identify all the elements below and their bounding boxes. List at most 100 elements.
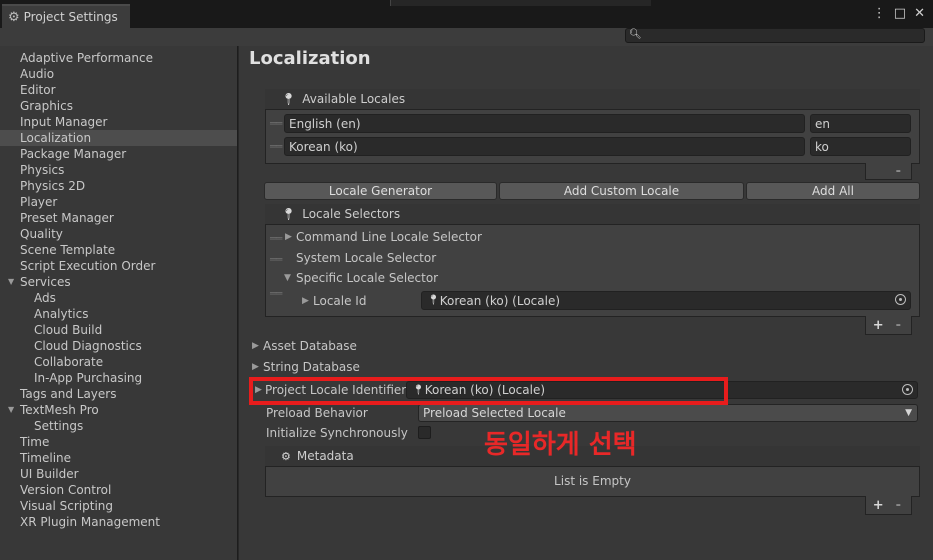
sidebar-item-ads[interactable]: Ads <box>0 290 237 306</box>
metadata-icon: ⚙ <box>281 449 291 463</box>
close-icon[interactable]: ✕ <box>914 6 925 21</box>
sidebar-item-label: Player <box>20 195 58 209</box>
search-input[interactable]: 🔍︎ <box>625 28 925 43</box>
add-custom-locale-button[interactable]: Add Custom Locale <box>499 182 744 200</box>
sidebar-item-collaborate[interactable]: Collaborate <box>0 354 237 370</box>
sidebar-item-label: Settings <box>34 419 84 433</box>
sidebar-item-version-control[interactable]: Version Control <box>0 482 237 498</box>
available-locales-title: Available Locales <box>302 92 406 106</box>
initialize-synchronously-checkbox[interactable] <box>418 426 431 439</box>
more-options-icon[interactable]: ⋮ <box>873 6 886 21</box>
gear-icon: ⚙ <box>8 9 20 25</box>
sidebar-item-graphics[interactable]: Graphics <box>0 98 237 114</box>
system-locale-selector[interactable]: System Locale Selector <box>296 251 436 265</box>
sidebar-item-xr-plugin-management[interactable]: XR Plugin Management <box>0 514 237 530</box>
expand-arrow-icon[interactable]: ▶ <box>252 341 259 351</box>
sidebar-item-visual-scripting[interactable]: Visual Scripting <box>0 498 237 514</box>
sidebar-item-cloud-diagnostics[interactable]: Cloud Diagnostics <box>0 338 237 354</box>
sidebar-item-label: Analytics <box>34 307 89 321</box>
project-settings-tab[interactable]: ⚙ Project Settings <box>2 4 130 28</box>
expand-arrow-icon[interactable]: ▶ <box>302 296 309 306</box>
sidebar-item-physics[interactable]: Physics <box>0 162 237 178</box>
annotation-text: 동일하게 선택 <box>484 430 637 460</box>
sidebar-item-ui-builder[interactable]: UI Builder <box>0 466 237 482</box>
sidebar-item-package-manager[interactable]: Package Manager <box>0 146 237 162</box>
sidebar-item-cloud-build[interactable]: Cloud Build <box>0 322 237 338</box>
object-picker-icon[interactable] <box>895 294 906 305</box>
sidebar-item-quality[interactable]: Quality <box>0 226 237 242</box>
sidebar-item-scene-template[interactable]: Scene Template <box>0 242 237 258</box>
locale-name-field-korean[interactable]: Korean (ko) <box>284 137 805 156</box>
sidebar-item-label: Time <box>20 435 50 449</box>
sidebar-item-services[interactable]: ▼ Services <box>0 274 237 290</box>
chevron-down-icon: ▼ <box>905 408 912 418</box>
metadata-empty-text: List is Empty <box>554 474 631 488</box>
sidebar-item-label: Version Control <box>20 483 112 497</box>
locale-generator-button[interactable]: Locale Generator <box>264 182 497 200</box>
sidebar-item-label: Audio <box>20 67 55 81</box>
add-all-button[interactable]: Add All <box>746 182 920 200</box>
window-buttons: ⋮ □ ✕ <box>873 6 925 21</box>
drag-handle-icon[interactable]: ══ <box>270 253 282 266</box>
object-picker-icon[interactable] <box>902 384 913 395</box>
sidebar-item-label: Preset Manager <box>20 211 114 225</box>
sidebar-item-label: In-App Purchasing <box>34 371 143 385</box>
remove-locale-button[interactable]: - <box>896 164 901 179</box>
drag-handle-icon[interactable]: ══ <box>270 117 282 130</box>
locale-name-field-english[interactable]: English (en) <box>284 114 805 133</box>
sidebar-item-label: Ads <box>34 291 56 305</box>
string-database-foldout[interactable]: String Database <box>263 360 360 374</box>
sidebar-item-adaptive-performance[interactable]: Adaptive Performance <box>0 50 237 66</box>
sidebar-item-timeline[interactable]: Timeline <box>0 450 237 466</box>
sidebar-item-tags-and-layers[interactable]: Tags and Layers <box>0 386 237 402</box>
sidebar-item-physics-2d[interactable]: Physics 2D <box>0 178 237 194</box>
drag-handle-icon[interactable]: ══ <box>270 140 282 153</box>
sidebar-item-label: Scene Template <box>20 243 116 257</box>
locale-code-field-english[interactable]: en <box>810 114 911 133</box>
expand-arrow-icon[interactable]: ▶ <box>252 362 259 372</box>
remove-metadata-button[interactable]: - <box>896 498 901 513</box>
drag-handle-icon[interactable]: ══ <box>270 232 282 245</box>
search-icon: 🔍︎ <box>629 29 642 40</box>
sidebar-item-localization[interactable]: Localization <box>0 130 237 146</box>
background-tab[interactable] <box>390 0 651 6</box>
command-line-locale-selector[interactable]: Command Line Locale Selector <box>296 230 482 244</box>
sidebar-item-label: Services <box>20 275 71 289</box>
remove-selector-button[interactable]: - <box>896 318 901 333</box>
sidebar-item-editor[interactable]: Editor <box>0 82 237 98</box>
sidebar-item-label: Cloud Build <box>34 323 103 337</box>
sidebar-item-label: Visual Scripting <box>20 499 113 513</box>
locale-id-object-field[interactable]: 📍︎ Korean (ko) (Locale) <box>421 291 911 310</box>
locale-selectors-title: Locale Selectors <box>302 207 401 221</box>
sidebar-item-textmesh-pro[interactable]: ▼ TextMesh Pro <box>0 402 237 418</box>
sidebar-item-label: Input Manager <box>20 115 108 129</box>
sidebar-item-player[interactable]: Player <box>0 194 237 210</box>
sidebar-item-settings[interactable]: Settings <box>0 418 237 434</box>
collapse-arrow-icon[interactable]: ▼ <box>284 273 291 283</box>
collapse-arrow-icon[interactable]: ▼ <box>8 274 14 290</box>
sidebar-item-script-execution-order[interactable]: Script Execution Order <box>0 258 237 274</box>
sidebar-item-analytics[interactable]: Analytics <box>0 306 237 322</box>
sidebar-item-audio[interactable]: Audio <box>0 66 237 82</box>
sidebar-item-label: XR Plugin Management <box>20 515 160 529</box>
specific-locale-selector[interactable]: Specific Locale Selector <box>296 271 438 285</box>
collapse-arrow-icon[interactable]: ▼ <box>8 402 14 418</box>
locale-selectors-footer: + - <box>865 316 912 335</box>
preload-behavior-dropdown[interactable]: Preload Selected Locale ▼ <box>418 404 918 422</box>
sidebar-item-in-app-purchasing[interactable]: In-App Purchasing <box>0 370 237 386</box>
locale-id-value: Korean (ko) (Locale) <box>439 293 561 308</box>
add-metadata-button[interactable]: + <box>873 498 884 513</box>
sidebar-item-input-manager[interactable]: Input Manager <box>0 114 237 130</box>
annotation-highlight-box <box>249 377 728 405</box>
sidebar-item-label: Timeline <box>20 451 72 465</box>
expand-arrow-icon[interactable]: ▶ <box>285 232 292 242</box>
asset-database-foldout[interactable]: Asset Database <box>263 339 357 353</box>
preload-behavior-label: Preload Behavior <box>266 406 368 420</box>
sidebar-item-label: UI Builder <box>20 467 79 481</box>
locale-code-field-korean[interactable]: ko <box>810 137 911 156</box>
add-selector-button[interactable]: + <box>873 318 884 333</box>
sidebar-item-preset-manager[interactable]: Preset Manager <box>0 210 237 226</box>
sidebar-item-time[interactable]: Time <box>0 434 237 450</box>
drag-handle-icon[interactable]: ══ <box>270 287 282 300</box>
maximize-icon[interactable]: □ <box>894 6 906 21</box>
